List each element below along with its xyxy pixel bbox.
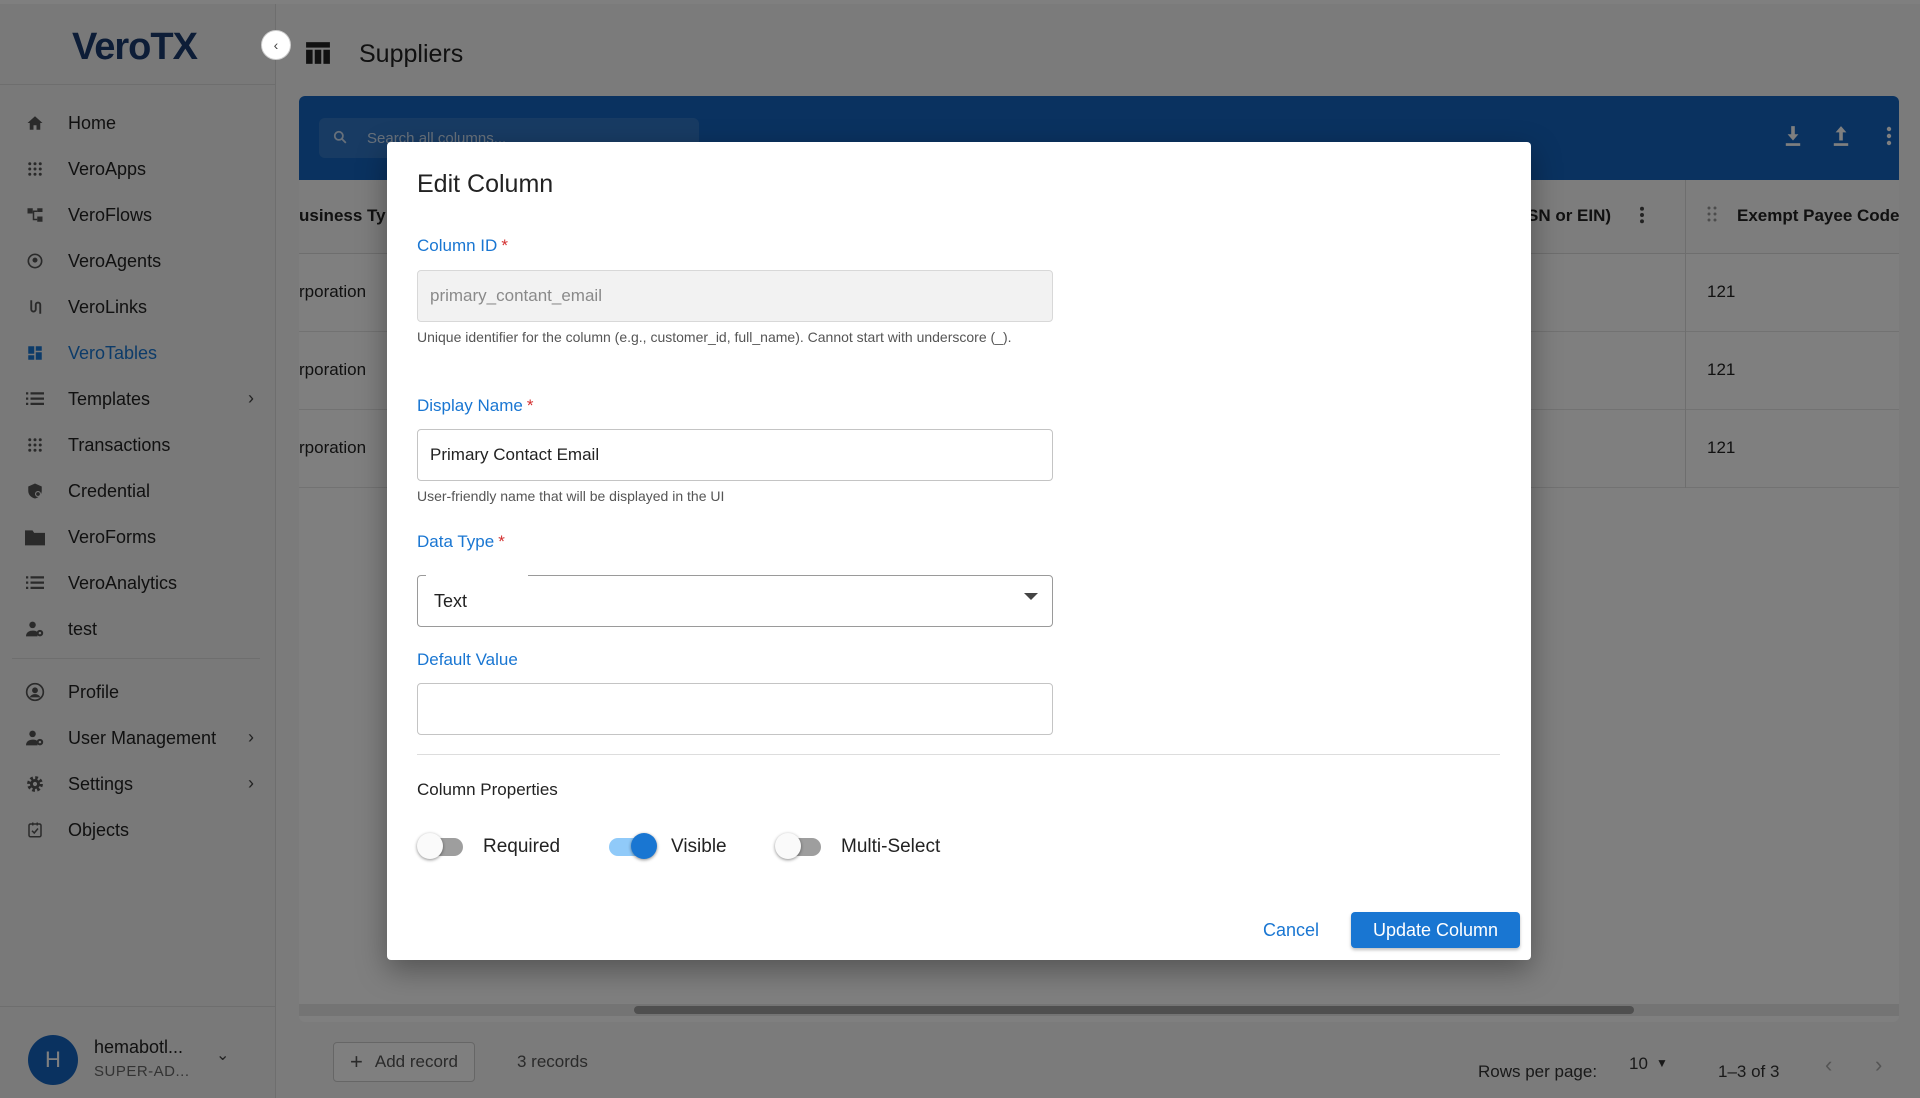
toggle-track — [775, 833, 821, 859]
display-name-field[interactable]: Primary Contact Email — [417, 429, 1053, 481]
select-outline-notch — [426, 574, 528, 578]
column-properties-title: Column Properties — [417, 780, 558, 799]
cancel-button[interactable]: Cancel — [1263, 920, 1319, 941]
chevron-left-icon: ‹ — [273, 37, 279, 53]
update-column-button[interactable]: Update Column — [1351, 912, 1520, 948]
column-id-label-text: Column ID — [417, 236, 498, 255]
column-id-field: primary_contant_email — [417, 270, 1053, 322]
default-value-field[interactable] — [417, 683, 1053, 735]
data-type-select[interactable]: Text — [417, 574, 1053, 627]
display-name-value: Primary Contact Email — [430, 445, 600, 464]
toggle-track — [417, 833, 463, 859]
required-toggle-label: Required — [483, 836, 561, 857]
multi-select-toggle[interactable]: Multi-Select — [775, 833, 941, 859]
required-marker: * — [526, 396, 534, 415]
required-marker: * — [498, 532, 505, 551]
toggle-thumb — [631, 833, 657, 859]
visible-toggle-label: Visible — [671, 836, 727, 857]
display-name-helper: User-friendly name that will be displaye… — [417, 488, 725, 504]
column-id-helper: Unique identifier for the column (e.g., … — [417, 329, 1012, 345]
toggle-track — [609, 833, 657, 859]
data-type-label-text: Data Type — [417, 532, 495, 551]
caret-down-icon — [1024, 593, 1038, 600]
display-name-label-text: Display Name — [417, 396, 523, 415]
visible-toggle[interactable]: Visible — [609, 833, 727, 859]
collapse-sidebar-button[interactable]: ‹ — [261, 30, 291, 60]
dialog-title: Edit Column — [417, 170, 554, 198]
column-id-label: Column ID * — [417, 236, 508, 256]
dialog-divider — [417, 754, 1500, 755]
required-toggle[interactable]: Required — [417, 833, 561, 859]
edit-column-dialog: Edit Column Column ID * primary_contant_e… — [387, 142, 1531, 960]
toggle-thumb — [417, 833, 443, 859]
required-marker: * — [501, 236, 508, 255]
column-id-value: primary_contant_email — [430, 286, 602, 305]
default-value-label: Default Value — [417, 650, 518, 669]
multi-select-toggle-label: Multi-Select — [841, 836, 941, 857]
data-type-label: Data Type * — [417, 532, 505, 552]
data-type-value: Text — [434, 590, 468, 611]
display-name-label: Display Name * — [417, 396, 533, 416]
toggle-thumb — [775, 833, 801, 859]
